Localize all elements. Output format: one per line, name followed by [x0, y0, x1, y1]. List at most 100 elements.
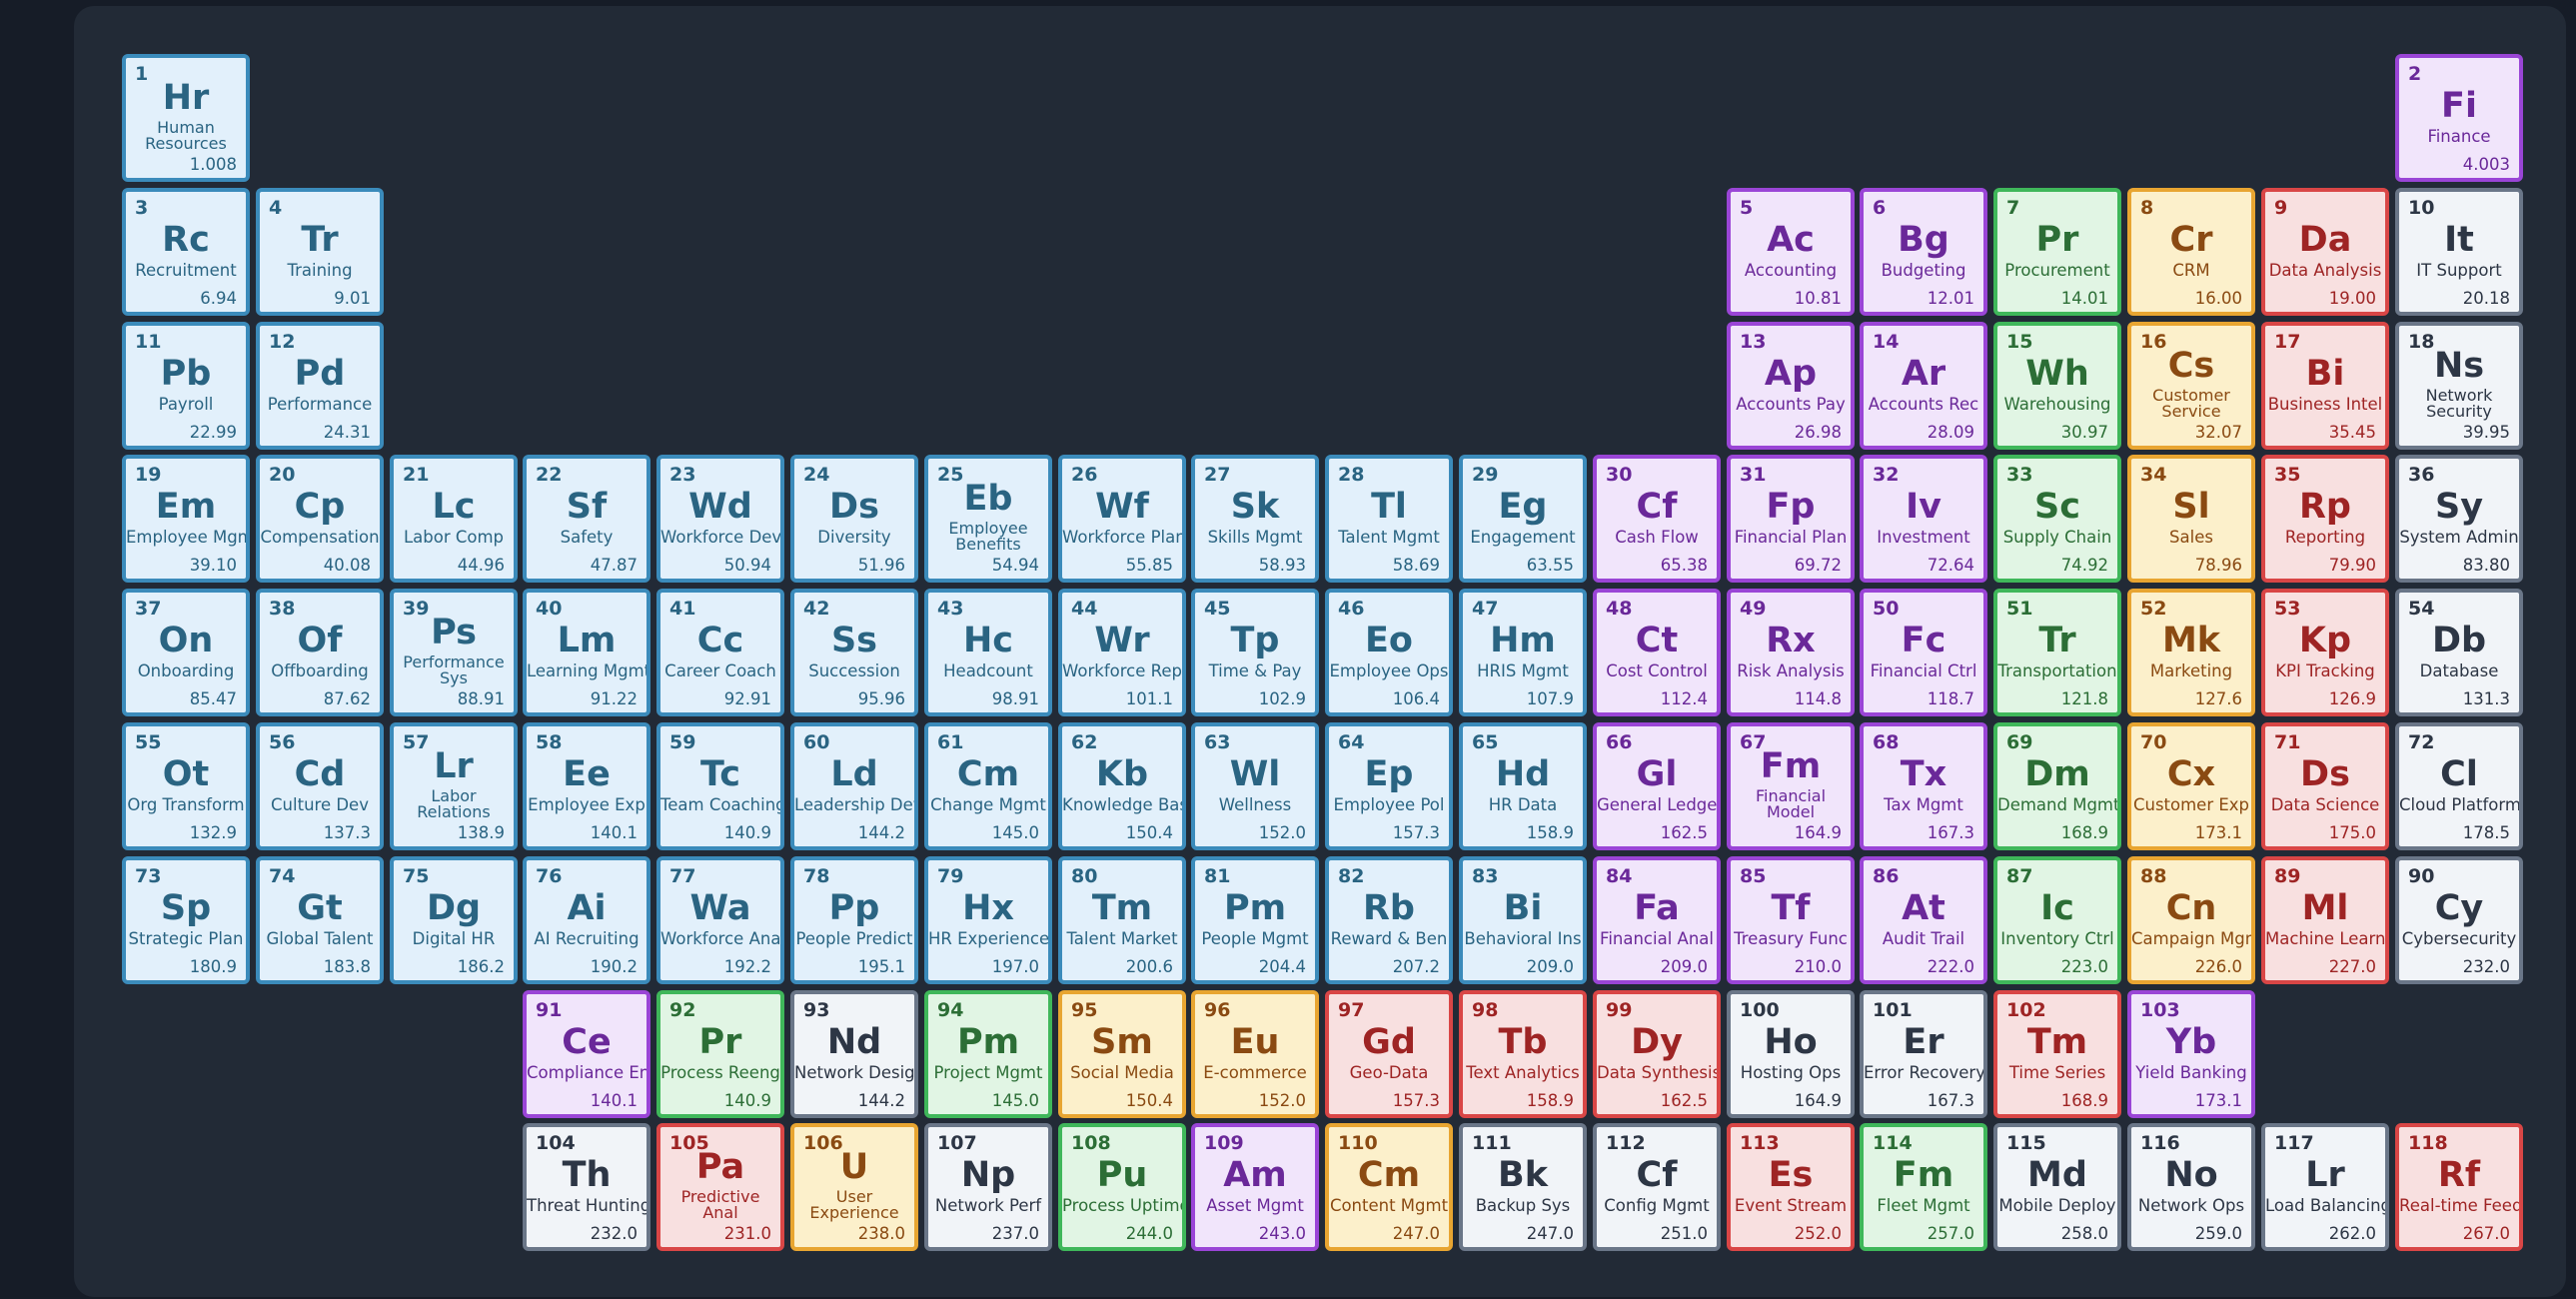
element-tile-110[interactable]: 110 Cm Content Mgmt 247.0	[1325, 1123, 1453, 1251]
element-tile-15[interactable]: 15 Wh Warehousing 30.97	[1993, 322, 2121, 450]
element-tile-65[interactable]: 65 Hd HR Data 158.9	[1459, 722, 1587, 850]
element-tile-31[interactable]: 31 Fp Financial Plan 69.72	[1727, 455, 1855, 583]
element-tile-46[interactable]: 46 Eo Employee Ops 106.4	[1325, 589, 1453, 716]
element-tile-18[interactable]: 18 Ns Network Security 39.95	[2395, 322, 2523, 450]
element-tile-60[interactable]: 60 Ld Leadership Dev 144.2	[790, 722, 918, 850]
element-tile-99[interactable]: 99 Dy Data Synthesis 162.5	[1593, 990, 1721, 1118]
element-tile-41[interactable]: 41 Cc Career Coach 92.91	[656, 589, 784, 716]
element-tile-43[interactable]: 43 Hc Headcount 98.91	[924, 589, 1052, 716]
element-tile-51[interactable]: 51 Tr Transportation 121.8	[1993, 589, 2121, 716]
element-tile-72[interactable]: 72 Cl Cloud Platform 178.5	[2395, 722, 2523, 850]
element-tile-73[interactable]: 73 Sp Strategic Plan 180.9	[122, 856, 250, 984]
element-tile-6[interactable]: 6 Bg Budgeting 12.01	[1860, 188, 1987, 316]
element-tile-32[interactable]: 32 Iv Investment 72.64	[1860, 455, 1987, 583]
element-tile-54[interactable]: 54 Db Database 131.3	[2395, 589, 2523, 716]
element-tile-9[interactable]: 9 Da Data Analysis 19.00	[2261, 188, 2389, 316]
element-tile-36[interactable]: 36 Sy System Admin 83.80	[2395, 455, 2523, 583]
element-tile-71[interactable]: 71 Ds Data Science 175.0	[2261, 722, 2389, 850]
element-tile-103[interactable]: 103 Yb Yield Banking 173.1	[2127, 990, 2255, 1118]
element-tile-13[interactable]: 13 Ap Accounts Pay 26.98	[1727, 322, 1855, 450]
element-tile-33[interactable]: 33 Sc Supply Chain 74.92	[1993, 455, 2121, 583]
element-tile-61[interactable]: 61 Cm Change Mgmt 145.0	[924, 722, 1052, 850]
element-tile-67[interactable]: 67 Fm Financial Model 164.9	[1727, 722, 1855, 850]
element-tile-56[interactable]: 56 Cd Culture Dev 137.3	[256, 722, 384, 850]
element-tile-8[interactable]: 8 Cr CRM 16.00	[2127, 188, 2255, 316]
element-tile-39[interactable]: 39 Ps Performance Sys 88.91	[390, 589, 518, 716]
element-tile-116[interactable]: 116 No Network Ops 259.0	[2127, 1123, 2255, 1251]
element-tile-109[interactable]: 109 Am Asset Mgmt 243.0	[1191, 1123, 1319, 1251]
element-tile-14[interactable]: 14 Ar Accounts Rec 28.09	[1860, 322, 1987, 450]
element-tile-94[interactable]: 94 Pm Project Mgmt 145.0	[924, 990, 1052, 1118]
element-tile-92[interactable]: 92 Pr Process Reeng 140.9	[656, 990, 784, 1118]
element-tile-95[interactable]: 95 Sm Social Media 150.4	[1058, 990, 1186, 1118]
element-tile-77[interactable]: 77 Wa Workforce Anal 192.2	[656, 856, 784, 984]
element-tile-17[interactable]: 17 Bi Business Intel 35.45	[2261, 322, 2389, 450]
element-tile-91[interactable]: 91 Ce Compliance Eng 140.1	[523, 990, 650, 1118]
element-tile-69[interactable]: 69 Dm Demand Mgmt 168.9	[1993, 722, 2121, 850]
element-tile-44[interactable]: 44 Wr Workforce Rep 101.1	[1058, 589, 1186, 716]
element-tile-50[interactable]: 50 Fc Financial Ctrl 118.7	[1860, 589, 1987, 716]
element-tile-85[interactable]: 85 Tf Treasury Func 210.0	[1727, 856, 1855, 984]
element-tile-104[interactable]: 104 Th Threat Hunting 232.0	[523, 1123, 650, 1251]
element-tile-90[interactable]: 90 Cy Cybersecurity 232.0	[2395, 856, 2523, 984]
element-tile-80[interactable]: 80 Tm Talent Market 200.6	[1058, 856, 1186, 984]
element-tile-42[interactable]: 42 Ss Succession 95.96	[790, 589, 918, 716]
element-tile-113[interactable]: 113 Es Event Stream 252.0	[1727, 1123, 1855, 1251]
element-tile-98[interactable]: 98 Tb Text Analytics 158.9	[1459, 990, 1587, 1118]
element-tile-106[interactable]: 106 U User Experience 238.0	[790, 1123, 918, 1251]
element-tile-78[interactable]: 78 Pp People Predict 195.1	[790, 856, 918, 984]
element-tile-22[interactable]: 22 Sf Safety 47.87	[523, 455, 650, 583]
element-tile-4[interactable]: 4 Tr Training 9.01	[256, 188, 384, 316]
element-tile-76[interactable]: 76 Ai AI Recruiting 190.2	[523, 856, 650, 984]
element-tile-26[interactable]: 26 Wf Workforce Plan 55.85	[1058, 455, 1186, 583]
element-tile-97[interactable]: 97 Gd Geo-Data 157.3	[1325, 990, 1453, 1118]
element-tile-101[interactable]: 101 Er Error Recovery 167.3	[1860, 990, 1987, 1118]
element-tile-37[interactable]: 37 On Onboarding 85.47	[122, 589, 250, 716]
element-tile-45[interactable]: 45 Tp Time & Pay 102.9	[1191, 589, 1319, 716]
element-tile-7[interactable]: 7 Pr Procurement 14.01	[1993, 188, 2121, 316]
element-tile-27[interactable]: 27 Sk Skills Mgmt 58.93	[1191, 455, 1319, 583]
element-tile-93[interactable]: 93 Nd Network Design 144.2	[790, 990, 918, 1118]
element-tile-81[interactable]: 81 Pm People Mgmt 204.4	[1191, 856, 1319, 984]
element-tile-112[interactable]: 112 Cf Config Mgmt 251.0	[1593, 1123, 1721, 1251]
element-tile-102[interactable]: 102 Tm Time Series 168.9	[1993, 990, 2121, 1118]
element-tile-82[interactable]: 82 Rb Reward & Ben 207.2	[1325, 856, 1453, 984]
element-tile-2[interactable]: 2 Fi Finance 4.003	[2395, 54, 2523, 182]
element-tile-55[interactable]: 55 Ot Org Transform 132.9	[122, 722, 250, 850]
element-tile-34[interactable]: 34 Sl Sales 78.96	[2127, 455, 2255, 583]
element-tile-57[interactable]: 57 Lr Labor Relations 138.9	[390, 722, 518, 850]
element-tile-59[interactable]: 59 Tc Team Coaching 140.9	[656, 722, 784, 850]
element-tile-5[interactable]: 5 Ac Accounting 10.81	[1727, 188, 1855, 316]
element-tile-114[interactable]: 114 Fm Fleet Mgmt 257.0	[1860, 1123, 1987, 1251]
element-tile-29[interactable]: 29 Eg Engagement 63.55	[1459, 455, 1587, 583]
element-tile-88[interactable]: 88 Cn Campaign Mgmt 226.0	[2127, 856, 2255, 984]
element-tile-1[interactable]: 1 Hr Human Resources 1.008	[122, 54, 250, 182]
element-tile-30[interactable]: 30 Cf Cash Flow 65.38	[1593, 455, 1721, 583]
element-tile-96[interactable]: 96 Eu E-commerce 152.0	[1191, 990, 1319, 1118]
element-tile-52[interactable]: 52 Mk Marketing 127.6	[2127, 589, 2255, 716]
element-tile-111[interactable]: 111 Bk Backup Sys 247.0	[1459, 1123, 1587, 1251]
element-tile-38[interactable]: 38 Of Offboarding 87.62	[256, 589, 384, 716]
element-tile-10[interactable]: 10 It IT Support 20.18	[2395, 188, 2523, 316]
element-tile-84[interactable]: 84 Fa Financial Anal 209.0	[1593, 856, 1721, 984]
element-tile-100[interactable]: 100 Ho Hosting Ops 164.9	[1727, 990, 1855, 1118]
element-tile-87[interactable]: 87 Ic Inventory Ctrl 223.0	[1993, 856, 2121, 984]
element-tile-20[interactable]: 20 Cp Compensation 40.08	[256, 455, 384, 583]
element-tile-68[interactable]: 68 Tx Tax Mgmt 167.3	[1860, 722, 1987, 850]
element-tile-28[interactable]: 28 Tl Talent Mgmt 58.69	[1325, 455, 1453, 583]
element-tile-70[interactable]: 70 Cx Customer Exp 173.1	[2127, 722, 2255, 850]
element-tile-118[interactable]: 118 Rf Real-time Feed 267.0	[2395, 1123, 2523, 1251]
element-tile-89[interactable]: 89 Ml Machine Learn 227.0	[2261, 856, 2389, 984]
element-tile-75[interactable]: 75 Dg Digital HR 186.2	[390, 856, 518, 984]
element-tile-74[interactable]: 74 Gt Global Talent 183.8	[256, 856, 384, 984]
element-tile-49[interactable]: 49 Rx Risk Analysis 114.8	[1727, 589, 1855, 716]
element-tile-53[interactable]: 53 Kp KPI Tracking 126.9	[2261, 589, 2389, 716]
element-tile-79[interactable]: 79 Hx HR Experience 197.0	[924, 856, 1052, 984]
element-tile-58[interactable]: 58 Ee Employee Exp 140.1	[523, 722, 650, 850]
element-tile-115[interactable]: 115 Md Mobile Deploy 258.0	[1993, 1123, 2121, 1251]
element-tile-117[interactable]: 117 Lr Load Balancing 262.0	[2261, 1123, 2389, 1251]
element-tile-47[interactable]: 47 Hm HRIS Mgmt 107.9	[1459, 589, 1587, 716]
element-tile-23[interactable]: 23 Wd Workforce Dev 50.94	[656, 455, 784, 583]
element-tile-48[interactable]: 48 Ct Cost Control 112.4	[1593, 589, 1721, 716]
element-tile-108[interactable]: 108 Pu Process Uptime 244.0	[1058, 1123, 1186, 1251]
